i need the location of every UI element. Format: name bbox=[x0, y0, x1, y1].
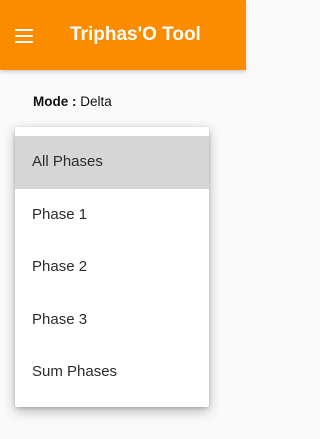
app-title: Triphas'O Tool bbox=[70, 24, 201, 45]
option-phase-3[interactable]: Phase 3 bbox=[15, 294, 209, 347]
option-sum-phases[interactable]: Sum Phases bbox=[15, 346, 209, 399]
phase-options-list: All Phases Phase 1 Phase 2 Phase 3 Sum P… bbox=[15, 136, 209, 399]
option-phase-2[interactable]: Phase 2 bbox=[15, 241, 209, 294]
mode-value: Delta bbox=[80, 94, 112, 109]
app-bar: Triphas'O Tool bbox=[0, 0, 246, 70]
option-all-phases[interactable]: All Phases bbox=[15, 136, 209, 189]
mode-label: Mode : bbox=[33, 94, 77, 109]
phase-dropdown-menu: All Phases Phase 1 Phase 2 Phase 3 Sum P… bbox=[15, 127, 209, 407]
hamburger-menu-icon[interactable] bbox=[15, 29, 33, 43]
option-phase-1[interactable]: Phase 1 bbox=[15, 189, 209, 242]
mode-indicator: Mode : Delta bbox=[33, 94, 112, 109]
